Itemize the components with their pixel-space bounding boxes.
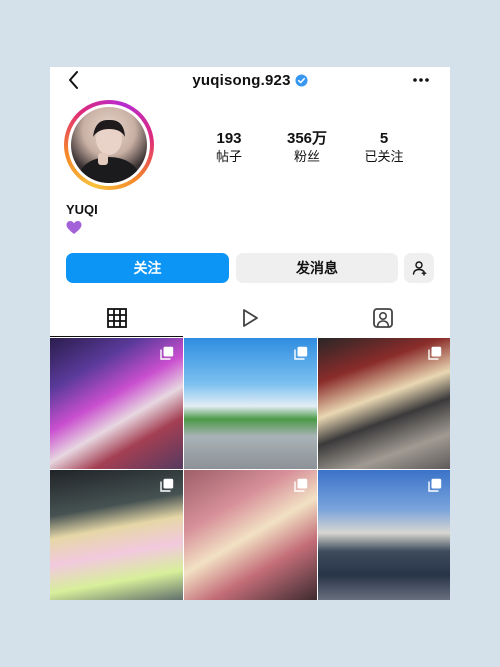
multi-photo-icon xyxy=(294,346,308,360)
stat-following-label: 已关注 xyxy=(364,149,404,164)
profile-tabs xyxy=(50,301,450,337)
stat-posts[interactable]: 193 帖子 xyxy=(194,130,264,165)
multi-photo-icon xyxy=(294,478,308,492)
purple-heart-icon xyxy=(66,221,82,234)
posts-grid xyxy=(50,338,450,600)
stat-followers-count: 356万 xyxy=(286,130,328,147)
stat-posts-count: 193 xyxy=(216,130,242,147)
profile-screen: yuqisong.923 193 帖子 356万 粉丝 5 已关注 YUQI 关… xyxy=(50,67,450,600)
stat-following-count: 5 xyxy=(379,130,389,147)
more-horizontal-icon[interactable] xyxy=(412,76,430,84)
post-thumbnail[interactable] xyxy=(318,338,450,469)
post-thumbnail[interactable] xyxy=(318,470,450,600)
tab-active-indicator xyxy=(50,336,183,337)
reels-play-icon xyxy=(243,309,258,327)
stat-posts-label: 帖子 xyxy=(215,149,242,164)
multi-photo-icon xyxy=(160,346,174,360)
display-name: YUQI xyxy=(66,202,98,217)
stat-followers[interactable]: 356万 粉丝 xyxy=(272,130,342,165)
follow-button[interactable]: 关注 xyxy=(66,253,229,283)
verified-badge-icon xyxy=(295,74,308,87)
person-add-icon xyxy=(412,261,427,276)
grid-icon xyxy=(107,308,127,328)
post-thumbnail[interactable] xyxy=(50,470,183,600)
tagged-person-icon xyxy=(373,308,393,328)
add-user-button[interactable] xyxy=(404,253,434,283)
tab-tagged[interactable] xyxy=(316,301,449,337)
avatar-photo xyxy=(71,107,147,183)
post-thumbnail[interactable] xyxy=(50,338,183,469)
page-title: yuqisong.923 xyxy=(50,72,450,89)
message-button[interactable]: 发消息 xyxy=(236,253,398,283)
stat-followers-label: 粉丝 xyxy=(293,149,320,164)
tab-reels[interactable] xyxy=(183,301,316,337)
avatar-portrait xyxy=(79,119,139,183)
multi-photo-icon xyxy=(160,478,174,492)
stat-following[interactable]: 5 已关注 xyxy=(349,130,419,165)
multi-photo-icon xyxy=(428,478,442,492)
avatar-border xyxy=(68,104,150,186)
username-text: yuqisong.923 xyxy=(192,72,291,89)
multi-photo-icon xyxy=(428,346,442,360)
profile-header: yuqisong.923 xyxy=(50,67,450,95)
avatar[interactable] xyxy=(64,100,154,190)
post-thumbnail[interactable] xyxy=(184,338,317,469)
tab-posts-grid[interactable] xyxy=(50,301,183,337)
post-thumbnail[interactable] xyxy=(184,470,317,600)
